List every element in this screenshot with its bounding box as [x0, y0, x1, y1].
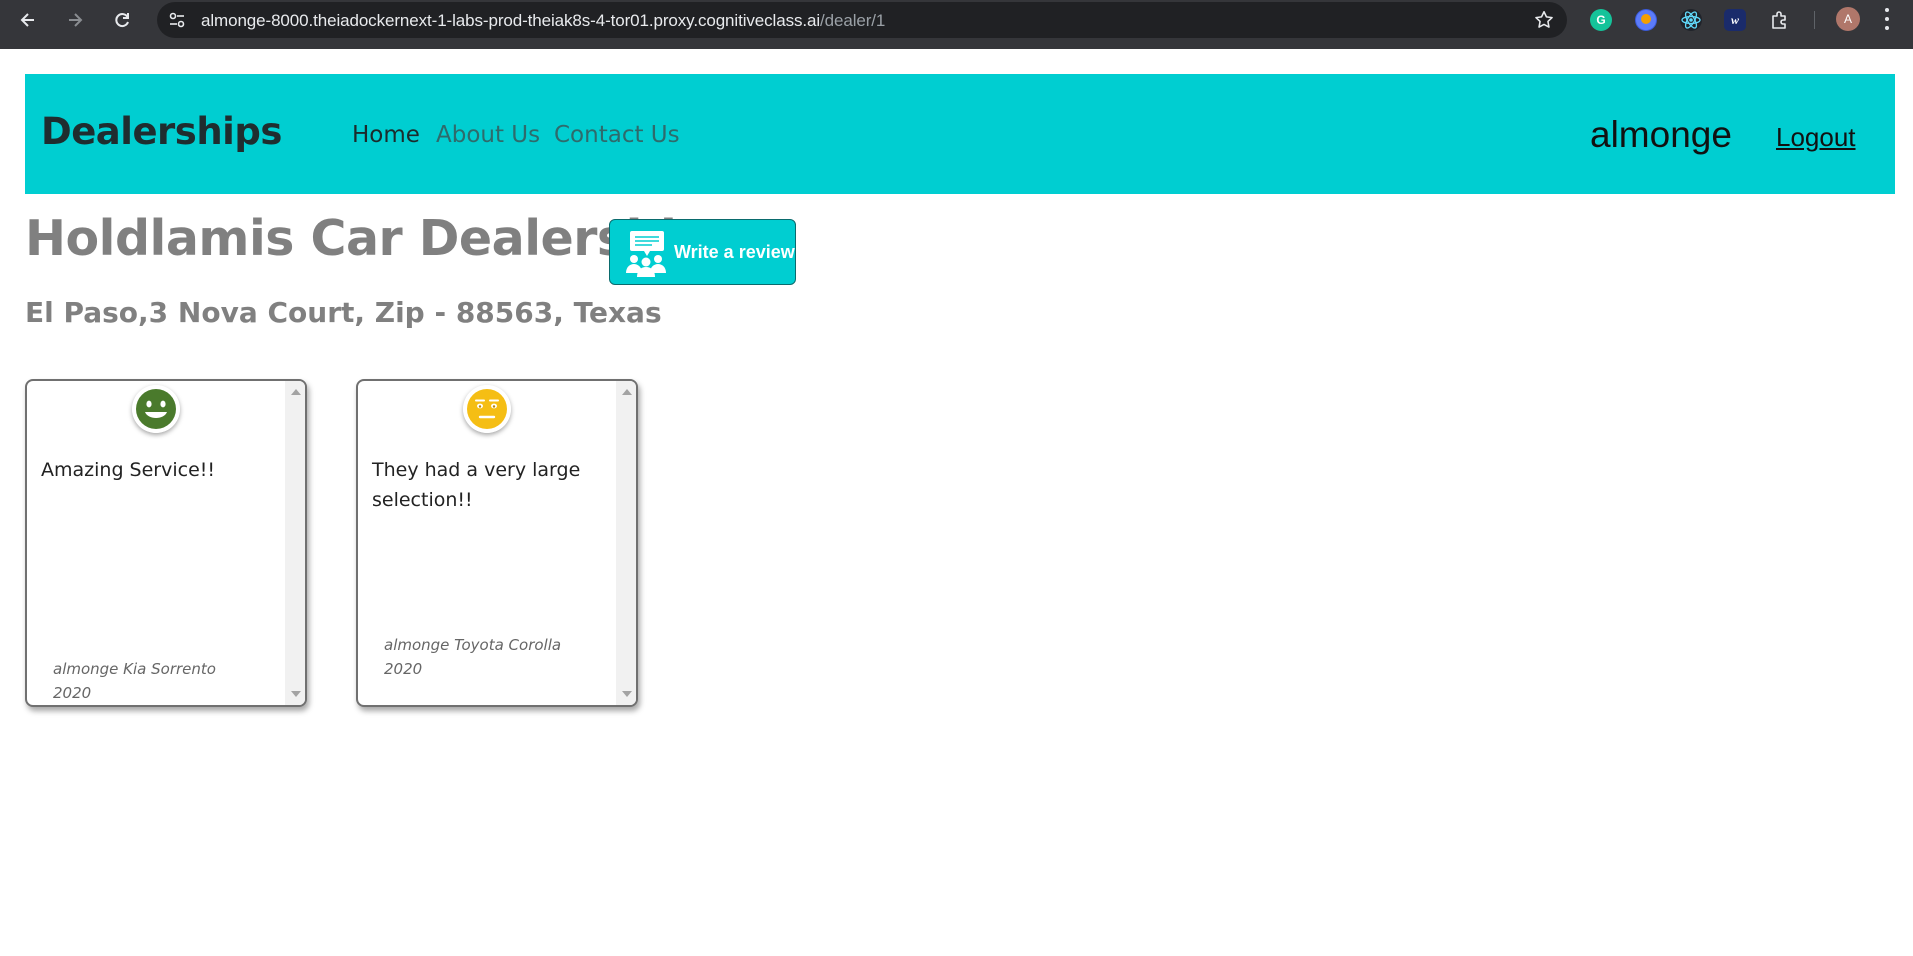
url-host: almonge-8000.theiadockernext-1-labs-prod… [201, 11, 821, 30]
reviewer-info: almonge Kia Sorrento 2020 [53, 660, 216, 702]
brand-title[interactable]: Dealerships [41, 110, 282, 153]
browser-toolbar: almonge-8000.theiadockernext-1-labs-prod… [0, 0, 1913, 49]
bookmark-star-icon[interactable] [1533, 9, 1555, 31]
positive-face-icon [132, 385, 180, 433]
wordtune-icon[interactable]: w [1724, 9, 1746, 31]
username-label: almonge [1590, 114, 1732, 155]
reviewer-info: almonge Toyota Corolla 2020 [384, 636, 562, 678]
puzzle-icon [1772, 11, 1786, 29]
extension-orange-icon[interactable] [1635, 9, 1657, 31]
reload-icon [115, 13, 129, 28]
logout-link[interactable]: Logout [1776, 122, 1856, 153]
review-text: Amazing Service!! [41, 459, 215, 481]
review-card: They had a very large selection!! almong… [356, 379, 638, 707]
url-text[interactable]: almonge-8000.theiadockernext-1-labs-prod… [201, 11, 885, 31]
scroll-up-icon[interactable] [622, 389, 632, 395]
dealer-name: Holdlamis Car Dealership [25, 210, 711, 267]
nav-link-home[interactable]: Home [352, 122, 420, 148]
navbar: Dealerships Home About Us Contact Us alm… [25, 74, 1895, 194]
address-bar[interactable]: almonge-8000.theiadockernext-1-labs-prod… [157, 2, 1567, 38]
reload-button[interactable] [108, 6, 136, 34]
card-scrollbar[interactable] [616, 381, 636, 705]
nav-link-contact-us[interactable]: Contact Us [554, 122, 680, 148]
grammarly-icon[interactable]: G [1590, 9, 1612, 31]
react-devtools-icon[interactable] [1680, 9, 1702, 31]
toolbar-divider [1814, 11, 1815, 29]
react-atom-icon [1681, 11, 1701, 29]
back-arrow-icon [20, 13, 34, 27]
forward-button[interactable] [61, 6, 89, 34]
review-card: Amazing Service!! almonge Kia Sorrento 2… [25, 379, 307, 707]
write-review-label: Write a review [674, 242, 795, 262]
orange-circle-icon [1636, 10, 1656, 30]
puzzle-extensions-icon[interactable] [1769, 9, 1791, 31]
write-review-button[interactable]: Write a review [609, 219, 796, 285]
neutral-face-icon [463, 385, 511, 433]
back-button[interactable] [14, 6, 42, 34]
profile-avatar[interactable]: A [1836, 7, 1860, 31]
site-info-icon[interactable] [167, 10, 187, 30]
review-text: They had a very large selection!! [372, 459, 581, 511]
forward-arrow-icon [69, 13, 83, 27]
url-path: /dealer/1 [820, 11, 886, 30]
scroll-down-icon[interactable] [622, 691, 632, 697]
nav-link-about-us[interactable]: About Us [436, 122, 540, 148]
scroll-up-icon[interactable] [291, 389, 301, 395]
dealer-address: El Paso,3 Nova Court, Zip - 88563, Texas [25, 296, 662, 329]
scroll-down-icon[interactable] [291, 691, 301, 697]
card-scrollbar[interactable] [285, 381, 305, 705]
browser-menu-icon[interactable] [1882, 8, 1892, 30]
review-people-icon [626, 231, 666, 277]
